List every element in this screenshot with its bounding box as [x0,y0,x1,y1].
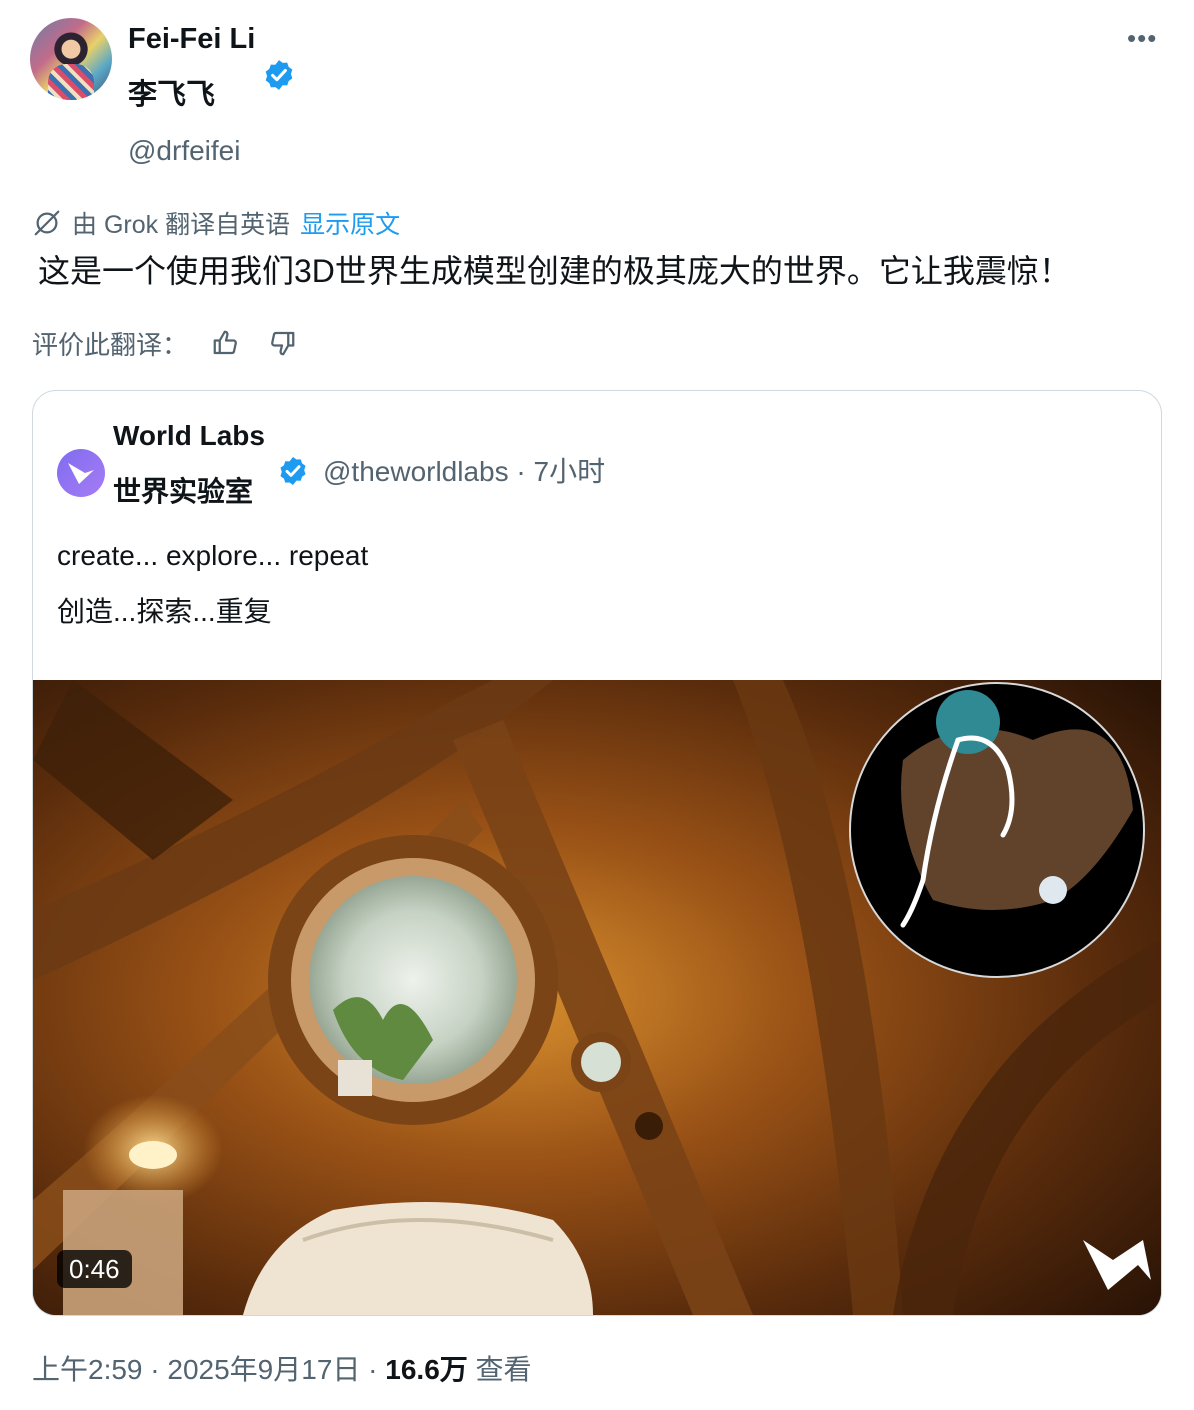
video-player[interactable]: 0:46 [33,680,1161,1315]
more-options-icon[interactable]: ••• [1127,25,1157,51]
views-label: 查看 [467,1354,532,1385]
tweet-footer: 上午2:59 · 2025年9月17日 · 16.6万 查看 [32,1352,532,1388]
rate-translation: 评价此翻译： [32,324,300,362]
quoted-author-name[interactable]: World Labs [113,419,265,453]
quoted-text-cn: 创造...探索...重复 [57,596,272,627]
grok-icon [34,210,60,236]
worldlabs-logo-icon [68,463,94,484]
worldlabs-avatar[interactable] [57,449,105,497]
views-count: 16.6万 [385,1354,468,1385]
verified-badge-icon [265,60,293,90]
video-thumbnail [33,680,1161,1315]
quoted-author-name-cn[interactable]: 世界实验室 [113,475,253,509]
verified-badge-icon [280,457,306,485]
translation-notice: 由 Grok 翻译自英语 显示原文 [32,206,400,240]
quoted-tweet[interactable]: World Labs 世界实验室 @theworldlabs · 7小时 cre… [32,390,1162,1316]
author-handle[interactable]: @drfeifei [128,134,240,168]
video-duration: 0:46 [57,1250,132,1288]
tweet-timestamp[interactable]: 上午2:59 · 2025年9月17日 · [32,1354,385,1385]
show-original-link[interactable]: 显示原文 [300,205,400,241]
thumbs-up-icon[interactable] [208,325,244,361]
quoted-handle-time[interactable]: @theworldlabs · 7小时 [323,455,605,489]
rate-translation-label: 评价此翻译： [32,329,189,360]
author-name-cn[interactable]: 李飞飞 [128,78,215,112]
quoted-text-en: create... explore... repeat [57,540,369,571]
translation-label: 由 Grok 翻译自英语 [72,211,291,239]
author-avatar[interactable] [30,18,112,100]
thumbs-down-icon[interactable] [264,325,300,361]
author-name[interactable]: Fei-Fei Li [128,22,255,56]
tweet-text: 这是一个使用我们3D世界生成模型创建的极其庞大的世界。它让我震惊！ [38,253,1071,289]
